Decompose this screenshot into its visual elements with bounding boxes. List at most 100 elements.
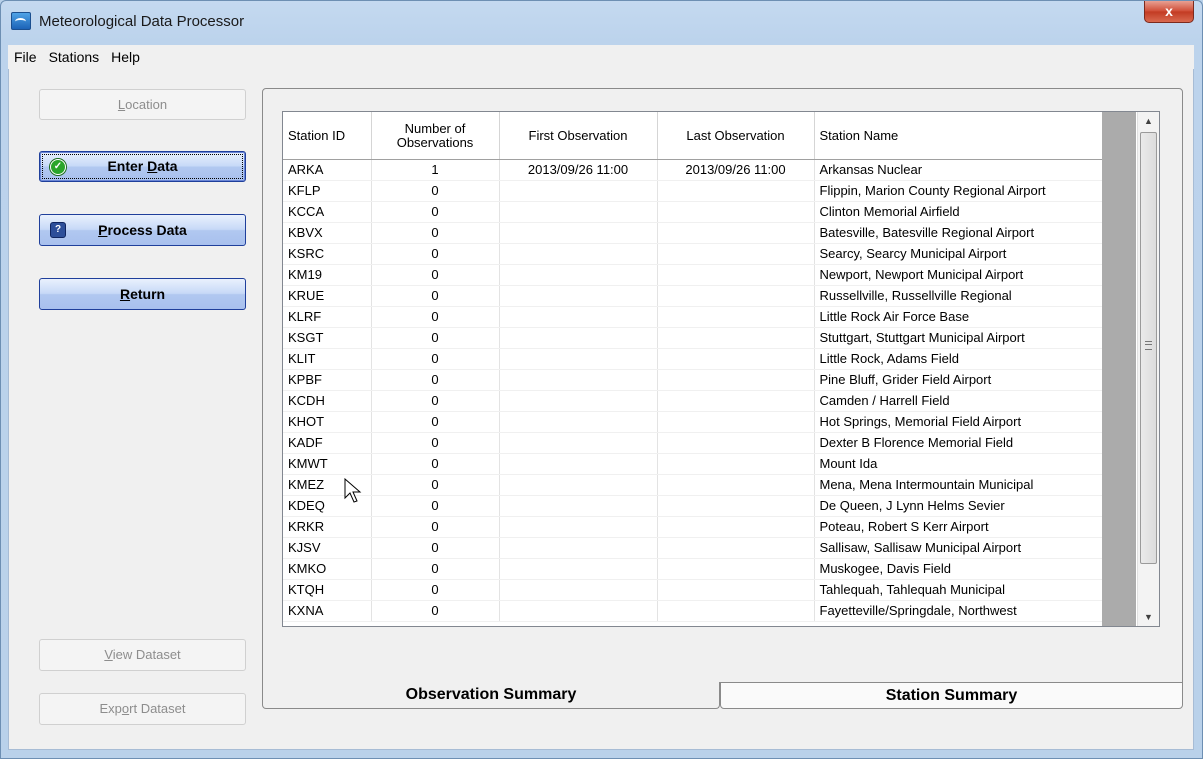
last-observation-cell	[657, 432, 815, 454]
table-row[interactable]: KSRC 0 Searcy, Searcy Municipal Airport	[283, 243, 1103, 265]
station-id-cell: KMKO	[283, 558, 372, 580]
return-button[interactable]: Return	[39, 278, 246, 310]
first-observation-cell	[499, 579, 658, 601]
tab-station-summary[interactable]: Station Summary	[720, 682, 1183, 709]
observation-count-cell: 0	[371, 600, 500, 622]
observation-grid[interactable]: Station ID Number of Observations First …	[282, 111, 1160, 627]
first-observation-cell	[499, 348, 658, 370]
table-row[interactable]: KDEQ 0 De Queen, J Lynn Helms Sevier	[283, 495, 1103, 517]
station-name-cell: Pine Bluff, Grider Field Airport	[814, 369, 1103, 391]
last-observation-cell: 2013/09/26 11:00	[657, 159, 815, 181]
table-row[interactable]: KBVX 0 Batesville, Batesville Regional Air…	[283, 222, 1103, 244]
last-observation-cell	[657, 327, 815, 349]
scroll-thumb[interactable]	[1140, 132, 1157, 564]
close-button[interactable]: x	[1144, 1, 1194, 23]
observation-count-cell: 0	[371, 516, 500, 538]
last-observation-cell	[657, 285, 815, 307]
observation-count-cell: 0	[371, 495, 500, 517]
process-data-button[interactable]: ? Process Data	[39, 214, 246, 246]
last-observation-cell	[657, 453, 815, 475]
last-observation-cell	[657, 201, 815, 223]
station-id-cell: ARKA	[283, 159, 372, 181]
menu-file[interactable]: File	[8, 45, 43, 69]
first-observation-cell	[499, 495, 658, 517]
tab-observation-summary[interactable]: Observation Summary	[262, 682, 720, 709]
station-id-cell: KM19	[283, 264, 372, 286]
station-name-cell: Tahlequah, Tahlequah Municipal	[814, 579, 1103, 601]
station-name-cell: Newport, Newport Municipal Airport	[814, 264, 1103, 286]
observation-count-cell: 0	[371, 432, 500, 454]
station-name-cell: Arkansas Nuclear	[814, 159, 1103, 181]
table-header-row: Station ID Number of Observations First …	[283, 112, 1103, 160]
export-dataset-button[interactable]: Export Dataset	[39, 693, 246, 725]
observation-count-cell: 0	[371, 369, 500, 391]
column-header-station-name[interactable]: Station Name	[814, 112, 1103, 160]
first-observation-cell	[499, 558, 658, 580]
table-row[interactable]: KXNA 0 Fayetteville/Springdale, Northwest	[283, 600, 1103, 622]
table-row[interactable]: KLRF 0 Little Rock Air Force Base	[283, 306, 1103, 328]
enter-data-button[interactable]: ✓ Enter Data	[39, 151, 246, 182]
column-header-number-of-observations[interactable]: Number of Observations	[371, 112, 500, 160]
observation-count-cell: 0	[371, 390, 500, 412]
observation-count-cell: 0	[371, 348, 500, 370]
station-name-cell: Fayetteville/Springdale, Northwest	[814, 600, 1103, 622]
table-row[interactable]: KFLP 0 Flippin, Marion County Regional Air…	[283, 180, 1103, 202]
first-observation-cell	[499, 306, 658, 328]
menu-bar: File Stations Help	[8, 45, 1194, 70]
menu-stations[interactable]: Stations	[43, 45, 106, 69]
table-row[interactable]: KSGT 0 Stuttgart, Stuttgart Municipal Airp…	[283, 327, 1103, 349]
last-observation-cell	[657, 495, 815, 517]
table-row[interactable]: KJSV 0 Sallisaw, Sallisaw Municipal Airpor…	[283, 537, 1103, 559]
station-id-cell: KBVX	[283, 222, 372, 244]
station-id-cell: KPBF	[283, 369, 372, 391]
station-id-cell: KRKR	[283, 516, 372, 538]
view-dataset-button[interactable]: View Dataset	[39, 639, 246, 671]
first-observation-cell	[499, 537, 658, 559]
last-observation-cell	[657, 390, 815, 412]
table-row[interactable]: KCDH 0 Camden / Harrell Field	[283, 390, 1103, 412]
table-row[interactable]: KRUE 0 Russellville, Russellville Regional	[283, 285, 1103, 307]
observation-count-cell: 0	[371, 474, 500, 496]
process-data-label-post: rocess Data	[107, 222, 187, 238]
table-row[interactable]: KPBF 0 Pine Bluff, Grider Field Airport	[283, 369, 1103, 391]
observation-count-cell: 0	[371, 579, 500, 601]
last-observation-cell	[657, 537, 815, 559]
column-header-last-observation[interactable]: Last Observation	[657, 112, 815, 160]
station-name-cell: Searcy, Searcy Municipal Airport	[814, 243, 1103, 265]
table-row[interactable]: KM19 0 Newport, Newport Municipal Airport	[283, 264, 1103, 286]
table-row[interactable]: KADF 0 Dexter B Florence Memorial Field	[283, 432, 1103, 454]
enter-data-label-post: ata	[157, 158, 178, 174]
last-observation-cell	[657, 348, 815, 370]
column-header-station-id[interactable]: Station ID	[283, 112, 372, 160]
column-header-first-observation[interactable]: First Observation	[499, 112, 658, 160]
observation-summary-panel: Station ID Number of Observations First …	[262, 88, 1183, 702]
return-label-key: R	[119, 286, 131, 302]
table-row[interactable]: KMEZ 0 Mena, Mena Intermountain Municipal	[283, 474, 1103, 496]
last-observation-cell	[657, 558, 815, 580]
location-button[interactable]: Location	[39, 89, 246, 120]
table-row[interactable]: KMKO 0 Muskogee, Davis Field	[283, 558, 1103, 580]
observation-count-cell: 0	[371, 306, 500, 328]
title-bar[interactable]: Meteorological Data Processor x	[1, 1, 1202, 45]
scroll-up-arrow-icon[interactable]: ▲	[1138, 112, 1159, 130]
vertical-scrollbar[interactable]: ▲ ▼	[1137, 112, 1159, 626]
table-row[interactable]: KMWT 0 Mount Ida	[283, 453, 1103, 475]
table-row[interactable]: KCCA 0 Clinton Memorial Airfield	[283, 201, 1103, 223]
first-observation-cell: 2013/09/26 11:00	[499, 159, 658, 181]
grip-icon	[1145, 341, 1152, 350]
last-observation-cell	[657, 306, 815, 328]
observation-table: Station ID Number of Observations First …	[283, 112, 1103, 622]
station-name-cell: Flippin, Marion County Regional Airport	[814, 180, 1103, 202]
table-row[interactable]: KHOT 0 Hot Springs, Memorial Field Airport	[283, 411, 1103, 433]
table-row[interactable]: KTQH 0 Tahlequah, Tahlequah Municipal	[283, 579, 1103, 601]
scroll-down-arrow-icon[interactable]: ▼	[1138, 608, 1159, 626]
first-observation-cell	[499, 432, 658, 454]
table-row[interactable]: KRKR 0 Poteau, Robert S Kerr Airport	[283, 516, 1103, 538]
station-name-cell: Russellville, Russellville Regional	[814, 285, 1103, 307]
table-row[interactable]: KLIT 0 Little Rock, Adams Field	[283, 348, 1103, 370]
menu-help[interactable]: Help	[105, 45, 146, 69]
table-row[interactable]: ARKA 1 2013/09/26 11:00 2013/09/26 11:00 Ark…	[283, 159, 1103, 181]
last-observation-cell	[657, 264, 815, 286]
help-icon: ?	[50, 222, 66, 238]
observation-count-cell: 0	[371, 243, 500, 265]
